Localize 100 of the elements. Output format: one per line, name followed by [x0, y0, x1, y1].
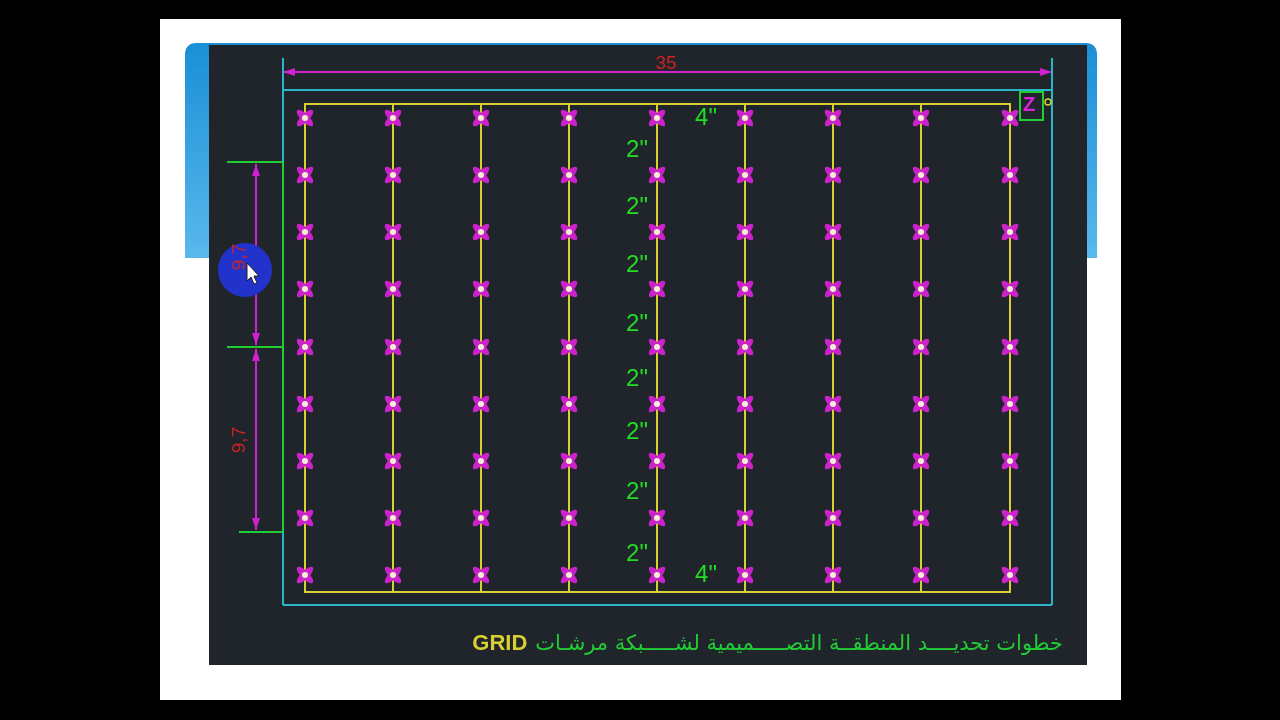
- caption-text: خطوات تحديــــد المنطقــة التصـــــميمية لشـــــبكة مرشـات: [535, 630, 1063, 655]
- sprinkler-icon: [560, 280, 578, 298]
- sprinkler-icon: [736, 395, 754, 413]
- sprinkler-icon: [384, 566, 402, 584]
- sprinkler-icon: [560, 166, 578, 184]
- sprinkler-icon: [296, 395, 314, 413]
- sprinkler-icon: [296, 452, 314, 470]
- sprinkler-icon: [472, 509, 490, 527]
- dimension-label: 35: [655, 51, 677, 73]
- sprinkler-icon: [384, 166, 402, 184]
- sprinkler-icon: [648, 452, 666, 470]
- cursor-icon: [246, 262, 260, 285]
- pipe-size-label: 2": [626, 249, 648, 277]
- pipe-size-label: 2": [626, 416, 648, 444]
- sprinkler-icon: [736, 109, 754, 127]
- sprinkler-icon: [560, 452, 578, 470]
- sprinkler-icon: [560, 566, 578, 584]
- sprinkler-icon: [1001, 109, 1019, 127]
- sprinkler-icon: [560, 509, 578, 527]
- sprinkler-icon: [384, 223, 402, 241]
- sprinkler-icon: [824, 509, 842, 527]
- sprinkler-icon: [384, 338, 402, 356]
- pipe-size-label: 4": [695, 559, 717, 587]
- sprinkler-icon: [1001, 452, 1019, 470]
- sprinkler-icon: [472, 395, 490, 413]
- pipe-size-label: 2": [626, 308, 648, 336]
- sprinkler-icon: [648, 280, 666, 298]
- sprinkler-icon: [824, 109, 842, 127]
- sprinkler-icon: [296, 280, 314, 298]
- sprinkler-icon: [648, 223, 666, 241]
- sprinkler-icon: [296, 166, 314, 184]
- pipe-size-label: 2": [626, 134, 648, 162]
- sprinkler-icon: [648, 166, 666, 184]
- sprinkler-icon: [824, 395, 842, 413]
- sprinkler-icon: [824, 280, 842, 298]
- sprinkler-icon: [648, 509, 666, 527]
- sprinkler-icon: [824, 338, 842, 356]
- sprinkler-icon: [384, 280, 402, 298]
- cursor-highlight: [218, 243, 272, 297]
- sprinkler-icon: [824, 566, 842, 584]
- sprinkler-icon: [912, 166, 930, 184]
- sprinkler-icon: [296, 509, 314, 527]
- sprinkler-icon: [1001, 280, 1019, 298]
- dimension-label: 9,7: [227, 243, 249, 271]
- sprinkler-icon: [912, 109, 930, 127]
- grid-label: GRID: [472, 629, 528, 656]
- sprinkler-icon: [736, 166, 754, 184]
- valve-icon: [1044, 98, 1052, 106]
- sprinkler-icon: [912, 509, 930, 527]
- sprinkler-icon: [912, 223, 930, 241]
- sprinkler-icon: [384, 509, 402, 527]
- sprinkler-icon: [560, 223, 578, 241]
- sprinkler-icon: [736, 509, 754, 527]
- sprinkler-icon: [472, 166, 490, 184]
- pipe-size-label: 4": [695, 102, 717, 130]
- sprinkler-icon: [472, 566, 490, 584]
- sprinkler-icon: [296, 223, 314, 241]
- sprinkler-icon: [1001, 395, 1019, 413]
- sprinkler-icon: [736, 338, 754, 356]
- sprinkler-icon: [824, 223, 842, 241]
- sprinkler-icon: [472, 280, 490, 298]
- sprinkler-icon: [1001, 223, 1019, 241]
- sprinkler-icon: [648, 395, 666, 413]
- sprinkler-icon: [1001, 166, 1019, 184]
- sprinkler-icon: [824, 452, 842, 470]
- sprinkler-icon: [648, 338, 666, 356]
- sprinkler-icon: [912, 566, 930, 584]
- sprinkler-icon: [384, 109, 402, 127]
- sprinkler-icon: [1001, 566, 1019, 584]
- sprinkler-icon: [824, 166, 842, 184]
- sprinkler-icon: [736, 566, 754, 584]
- sprinkler-icon: [912, 280, 930, 298]
- sprinkler-icon: [912, 338, 930, 356]
- pipe-size-label: 2": [626, 363, 648, 391]
- sprinkler-icon: [560, 338, 578, 356]
- sprinkler-icon: [912, 452, 930, 470]
- sprinkler-icon: [736, 452, 754, 470]
- dimension-label: 9,7: [227, 426, 249, 454]
- sprinkler-icon: [472, 109, 490, 127]
- sprinkler-icon: [296, 109, 314, 127]
- pipe-size-label: 2": [626, 538, 648, 566]
- sprinkler-icon: [472, 452, 490, 470]
- valve-label: Z: [1022, 93, 1036, 115]
- sprinkler-icon: [384, 452, 402, 470]
- sprinkler-icon: [296, 566, 314, 584]
- pipe-size-label: 2": [626, 191, 648, 219]
- sprinkler-icon: [560, 109, 578, 127]
- sprinkler-icon: [736, 223, 754, 241]
- valve-box: [1019, 91, 1044, 121]
- sprinkler-icon: [560, 395, 578, 413]
- sprinkler-icon: [472, 338, 490, 356]
- sprinkler-icon: [912, 395, 930, 413]
- sprinkler-icon: [296, 338, 314, 356]
- sprinkler-icon: [1001, 338, 1019, 356]
- sprinkler-icon: [648, 566, 666, 584]
- pipe-size-label: 2": [626, 476, 648, 504]
- sprinkler-icon: [1001, 509, 1019, 527]
- sprinkler-icon: [472, 223, 490, 241]
- sprinkler-icon: [648, 109, 666, 127]
- sprinkler-icon: [736, 280, 754, 298]
